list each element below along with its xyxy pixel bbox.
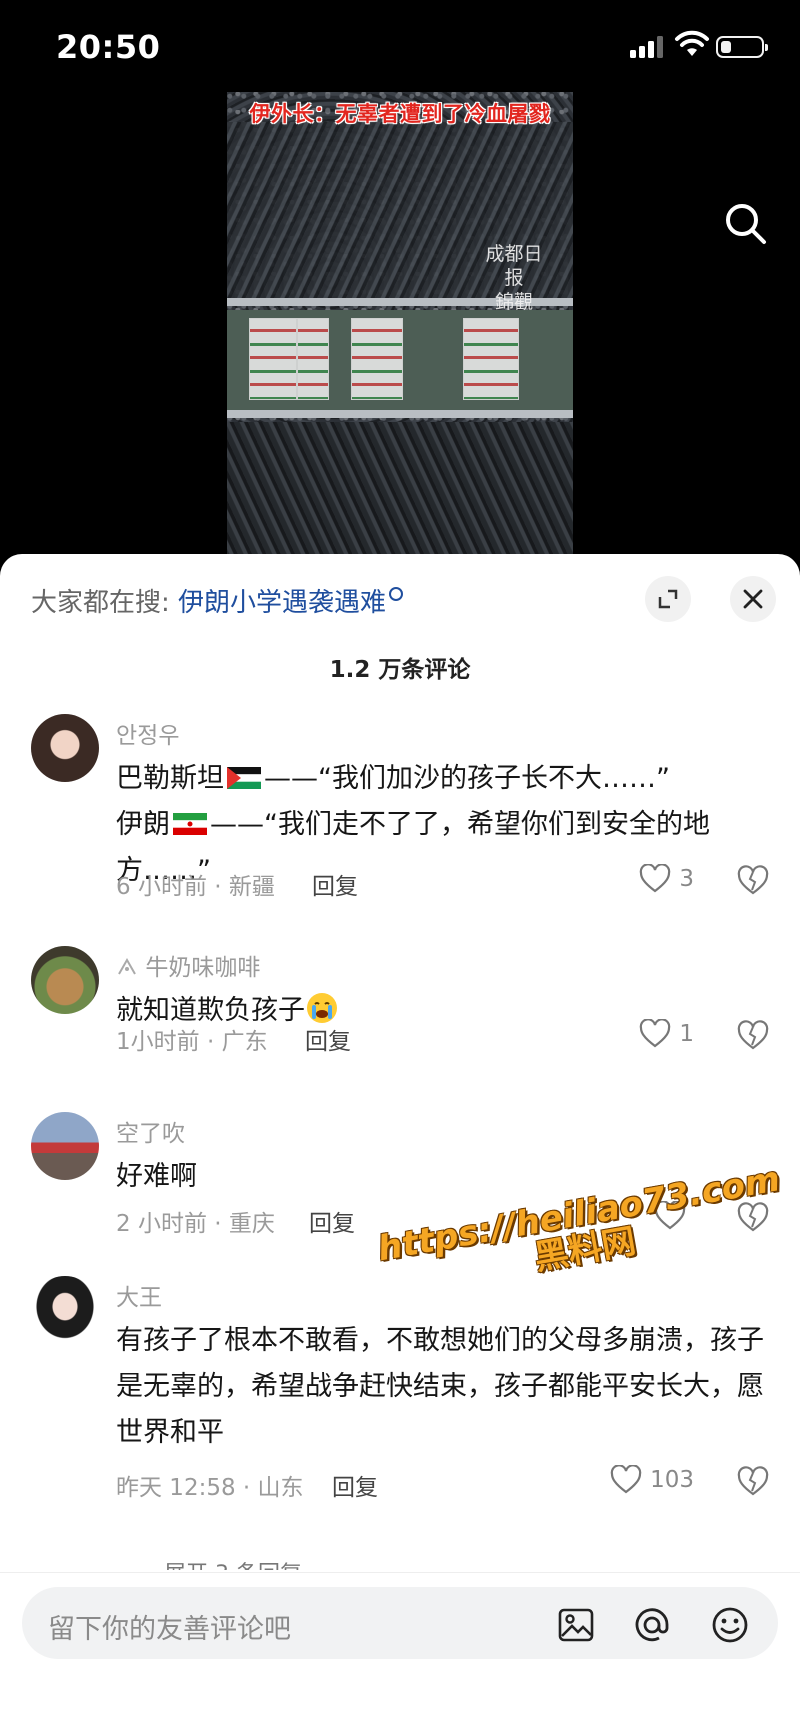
- avatar[interactable]: [31, 714, 99, 782]
- watermark-line: 成都日报: [485, 243, 543, 289]
- comment-text-part: 伊朗: [116, 809, 170, 840]
- like-count: 1: [679, 1021, 694, 1047]
- broken-heart-icon[interactable]: [736, 864, 770, 898]
- like-count: 3: [679, 866, 694, 892]
- barrier-rail: [227, 410, 573, 418]
- comment-author[interactable]: 空了吹: [116, 1114, 185, 1148]
- reply-button[interactable]: 回复: [305, 1022, 351, 1056]
- comment-input[interactable]: 留下你的友善评论吧: [22, 1587, 778, 1659]
- trending-keyword[interactable]: 伊朗小学遇袭遇难: [178, 588, 386, 618]
- close-icon: [743, 589, 763, 609]
- like-button[interactable]: 103: [610, 1465, 694, 1495]
- comment-meta: 2 小时前 · 重庆: [116, 1211, 275, 1237]
- broken-heart-icon[interactable]: [736, 1465, 770, 1499]
- battery-icon: [716, 36, 768, 58]
- comment-text: 有孩子了根本不敢看，不敢想她们的父母多崩溃，孩子是无辜的，希望战争赶快结束，孩子…: [116, 1325, 764, 1448]
- search-icon: [389, 587, 404, 601]
- comment-sheet: 大家都在搜: 伊朗小学遇袭遇难 1.2 万条评论 안정우 巴勒斯坦 ——“我们加沙…: [0, 554, 800, 1731]
- coffin-image: [351, 318, 403, 400]
- comment-count: 1.2 万条评论: [329, 657, 471, 683]
- trending-label: 大家都在搜:: [31, 588, 170, 618]
- video-frame[interactable]: 伊外长：无辜者遭到了冷血屠戮 成都日报 錦觀: [227, 92, 573, 560]
- avatar[interactable]: [31, 1112, 99, 1180]
- video-player[interactable]: 伊外长：无辜者遭到了冷血屠戮 成都日报 錦觀: [0, 90, 800, 560]
- reply-button[interactable]: 回复: [332, 1468, 378, 1502]
- close-button[interactable]: [730, 576, 776, 622]
- comment-meta: 1小时前 · 广东: [116, 1029, 268, 1055]
- image-icon[interactable]: [556, 1605, 596, 1645]
- comment-meta: 6 小时前 · 新疆: [116, 874, 275, 900]
- comment-author[interactable]: 大王: [116, 1278, 162, 1312]
- cellular-signal-icon: [630, 36, 663, 58]
- comment-input-bar: 留下你的友善评论吧: [0, 1572, 800, 1731]
- heart-icon: [640, 1019, 671, 1048]
- coffin-image: [463, 318, 519, 400]
- comment-meta: 昨天 12:58 · 山东: [116, 1475, 304, 1501]
- broken-heart-icon[interactable]: [736, 1019, 770, 1053]
- heart-icon: [610, 1465, 642, 1494]
- comment-author-name: 牛奶味咖啡: [145, 955, 261, 981]
- expand-replies-label: 展开 3 条回复: [164, 1562, 302, 1570]
- expand-replies[interactable]: 展开 3 条回复: [116, 1556, 302, 1570]
- wifi-icon: [675, 30, 709, 56]
- crying-face-emoji: [307, 993, 337, 1023]
- comment-author[interactable]: 안정우: [116, 716, 179, 750]
- crowd-image-bottom: [227, 422, 573, 560]
- reply-button[interactable]: 回复: [312, 867, 358, 901]
- comment-text-part: ——“我们加沙的孩子长不大……”: [264, 763, 670, 794]
- avatar[interactable]: [31, 946, 99, 1014]
- watermark-line: 錦觀: [494, 291, 533, 313]
- reply-button[interactable]: 回复: [309, 1204, 355, 1238]
- status-time: 20:50: [56, 28, 161, 66]
- battery-level: [721, 41, 731, 53]
- like-count: 103: [650, 1467, 694, 1493]
- comment-text-part: 巴勒斯坦: [116, 763, 224, 794]
- expand-button[interactable]: [645, 576, 691, 622]
- search-icon[interactable]: [722, 200, 768, 246]
- emoji-icon[interactable]: [710, 1605, 750, 1645]
- comment-author[interactable]: 牛奶味咖啡: [116, 948, 260, 982]
- comment-input-placeholder: 留下你的友善评论吧: [48, 1614, 291, 1645]
- status-bar: 20:50: [0, 0, 800, 90]
- expand-icon: [658, 589, 678, 609]
- at-icon[interactable]: [632, 1605, 672, 1645]
- iran-flag-icon: [173, 813, 207, 835]
- coffin-image: [297, 318, 329, 400]
- heart-icon: [640, 864, 671, 893]
- like-button[interactable]: 3: [639, 864, 694, 894]
- video-source-watermark: 成都日报 錦觀: [479, 242, 549, 314]
- badge-icon: [118, 957, 136, 975]
- coffin-image: [249, 318, 297, 400]
- palestine-flag-icon: [227, 767, 261, 789]
- video-caption: 伊外长：无辜者遭到了冷血屠戮: [249, 102, 551, 126]
- avatar[interactable]: [31, 1276, 99, 1344]
- like-button[interactable]: 1: [639, 1019, 694, 1049]
- trending-search[interactable]: 大家都在搜: 伊朗小学遇袭遇难: [31, 582, 404, 619]
- comment-sheet-header: 大家都在搜: 伊朗小学遇袭遇难: [0, 554, 800, 634]
